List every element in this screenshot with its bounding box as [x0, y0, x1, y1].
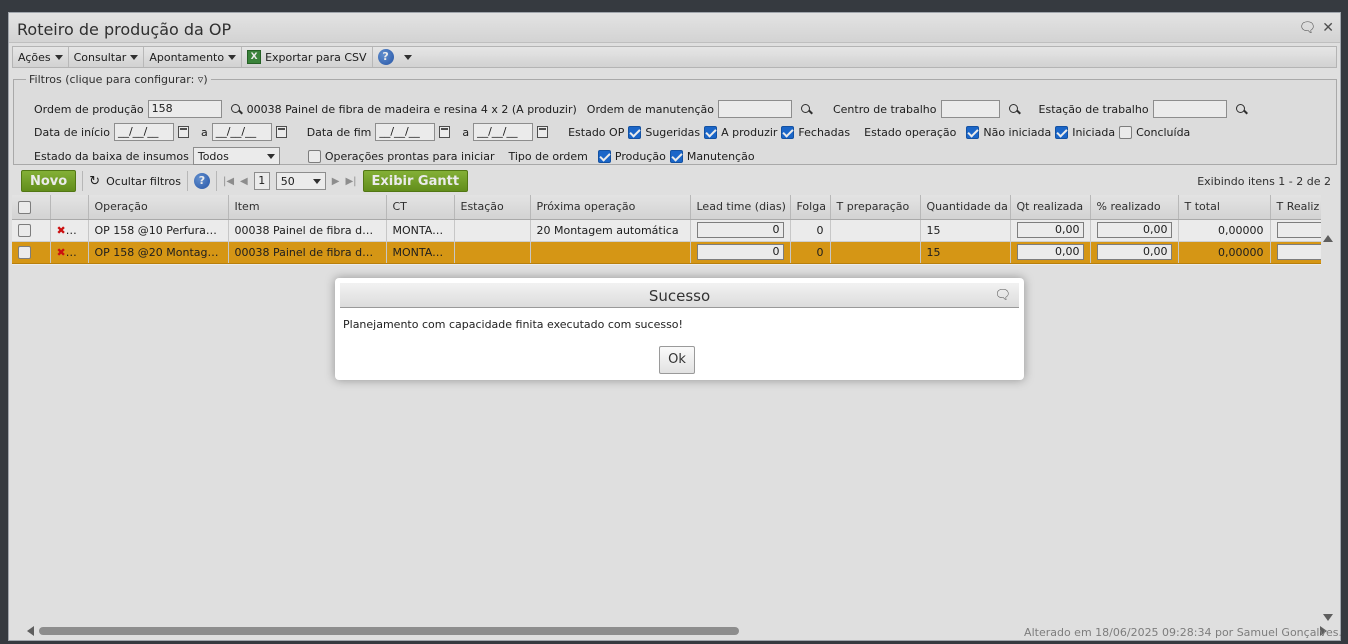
dialog-titlebar: Sucesso 🗨 [340, 283, 1019, 308]
dialog-title: Sucesso [648, 287, 711, 305]
success-dialog: Sucesso 🗨 Planejamento com capacidade fi… [335, 278, 1024, 380]
ok-button[interactable]: Ok [659, 346, 695, 374]
dialog-message: Planejamento com capacidade finita execu… [343, 318, 683, 331]
chat-icon[interactable]: 🗨 [994, 283, 1011, 309]
